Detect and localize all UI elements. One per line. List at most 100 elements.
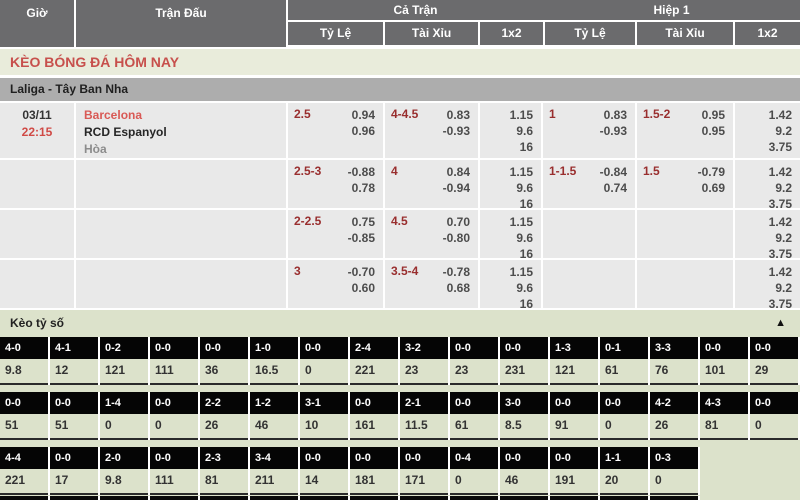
odds-line: 1 bbox=[549, 107, 556, 158]
score-odds-cell[interactable]: 0-023 bbox=[450, 337, 500, 385]
ft-overunder-cell[interactable]: 3.5-4-0.780.68 bbox=[385, 260, 480, 308]
score-odds-value: 9.8 bbox=[0, 359, 48, 385]
score-odds-cell[interactable]: 4-4221 bbox=[0, 447, 50, 495]
h1-overunder-cell-empty bbox=[637, 260, 735, 308]
odds-1x2-value: 9.6 bbox=[480, 180, 533, 196]
score-odds-cell[interactable]: 2-111.5 bbox=[400, 392, 450, 440]
score-odds-cell[interactable]: 0-0111 bbox=[150, 447, 200, 495]
score-label: 1-4 bbox=[100, 392, 148, 414]
score-odds-cell[interactable]: 4-112 bbox=[50, 337, 100, 385]
draw-label[interactable]: Hòa bbox=[84, 141, 286, 158]
score-odds-cell[interactable]: 0-161 bbox=[600, 337, 650, 385]
score-odds-cell[interactable]: 0-00 bbox=[150, 392, 200, 440]
match-teams-cell[interactable]: BarcelonaRCD EspanyolHòa bbox=[76, 103, 288, 158]
odds-line: 1-1.5 bbox=[549, 164, 576, 208]
score-odds-cell[interactable]: 0-046 bbox=[500, 447, 550, 495]
score-odds-cell[interactable]: 0-014 bbox=[300, 447, 350, 495]
score-odds-cell[interactable]: 0-40 bbox=[450, 447, 500, 495]
h1-1x2-cell[interactable]: 1.429.23.75 bbox=[735, 160, 800, 208]
ft-overunder-cell[interactable]: 40.84-0.94 bbox=[385, 160, 480, 208]
h1-handicap-cell[interactable]: 10.83-0.93 bbox=[543, 103, 637, 158]
away-team[interactable]: RCD Espanyol bbox=[84, 124, 286, 141]
odds-1x2-value: 9.6 bbox=[480, 123, 533, 139]
h1-handicap-cell[interactable]: 1-1.5 -0.840.74 bbox=[543, 160, 637, 208]
ft-1x2-cell[interactable]: 1.159.616 bbox=[480, 103, 543, 158]
score-odds-cell[interactable]: 2-381 bbox=[200, 447, 250, 495]
collapse-arrow-icon[interactable]: ▲ bbox=[775, 310, 786, 337]
score-odds-cell[interactable]: 0-0191 bbox=[550, 447, 600, 495]
score-odds-cell[interactable]: 0-0171 bbox=[400, 447, 450, 495]
score-odds-cell[interactable]: 1-40 bbox=[100, 392, 150, 440]
score-odds-cell[interactable]: 3-4211 bbox=[250, 447, 300, 495]
score-odds-cell[interactable]: 2-09.8 bbox=[100, 447, 150, 495]
score-label: 0-4 bbox=[450, 447, 498, 469]
score-odds-cell[interactable]: 0-036 bbox=[200, 337, 250, 385]
correct-score-header: Kèo tỷ số ▲ bbox=[0, 310, 800, 337]
h1-overunder-cell[interactable]: 1.5-0.790.69 bbox=[637, 160, 735, 208]
score-label: 2-2 bbox=[200, 392, 248, 414]
score-odds-cell[interactable]: 0-0101 bbox=[700, 337, 750, 385]
score-odds-cell[interactable]: 0-00 bbox=[750, 392, 800, 440]
score-odds-cell[interactable]: 0-0181 bbox=[350, 447, 400, 495]
h1-overunder-cell[interactable]: 1.5-20.950.95 bbox=[637, 103, 735, 158]
ft-1x2-cell[interactable]: 1.159.616 bbox=[480, 210, 543, 258]
score-label: 1-1 bbox=[600, 447, 648, 469]
score-odds-cell[interactable]: 3-110 bbox=[300, 392, 350, 440]
odds-value-bottom: -0.93 bbox=[443, 123, 470, 139]
score-row: 4-09.84-1120-21210-01110-0361-016.50-002… bbox=[0, 337, 800, 385]
ft-handicap-cell[interactable]: 2.5-3-0.880.78 bbox=[288, 160, 385, 208]
odds-values: -0.880.78 bbox=[348, 164, 375, 208]
score-odds-cell[interactable]: 2-4221 bbox=[350, 337, 400, 385]
odds-value-top: 0.70 bbox=[443, 214, 470, 230]
score-odds-cell[interactable]: 0-2121 bbox=[100, 337, 150, 385]
odds-value-bottom: 0.74 bbox=[600, 180, 627, 196]
score-odds-cell[interactable]: 3-08.5 bbox=[500, 392, 550, 440]
score-odds-cell[interactable]: 2-226 bbox=[200, 392, 250, 440]
score-odds-cell[interactable]: 3-223 bbox=[400, 337, 450, 385]
score-row: 4-42210-0172-09.80-01112-3813-42110-0140… bbox=[0, 447, 800, 495]
score-odds-cell[interactable]: 3-376 bbox=[650, 337, 700, 385]
score-odds-cell[interactable]: 0-051 bbox=[50, 392, 100, 440]
ft-handicap-cell[interactable]: 3-0.700.60 bbox=[288, 260, 385, 308]
ft-1x2-cell[interactable]: 1.159.616 bbox=[480, 160, 543, 208]
ft-handicap-cell[interactable]: 2.50.940.96 bbox=[288, 103, 385, 158]
score-label: 3-4 bbox=[250, 447, 298, 469]
score-label: 1-3 bbox=[550, 337, 598, 359]
score-odds-cell[interactable]: 0-00 bbox=[300, 337, 350, 385]
h1-1x2-cell[interactable]: 1.429.23.75 bbox=[735, 103, 800, 158]
home-team[interactable]: Barcelona bbox=[84, 107, 286, 124]
score-odds-cell[interactable]: 0-30 bbox=[650, 447, 700, 495]
h1-1x2-cell[interactable]: 1.429.23.75 bbox=[735, 260, 800, 308]
odds-value-top: -0.84 bbox=[600, 164, 627, 180]
score-odds-cell[interactable]: 1-3121 bbox=[550, 337, 600, 385]
score-odds-cell[interactable]: 0-091 bbox=[550, 392, 600, 440]
score-odds-cell[interactable]: 0-061 bbox=[450, 392, 500, 440]
h1-1x2-cell[interactable]: 1.429.23.75 bbox=[735, 210, 800, 258]
odds-values: 0.950.95 bbox=[702, 107, 725, 158]
score-odds-cell[interactable]: 0-029 bbox=[750, 337, 800, 385]
odds-value-top: -0.88 bbox=[348, 164, 375, 180]
ft-handicap-cell[interactable]: 2-2.50.75-0.85 bbox=[288, 210, 385, 258]
score-odds-cell[interactable]: 1-246 bbox=[250, 392, 300, 440]
score-odds-cell[interactable]: 4-381 bbox=[700, 392, 750, 440]
score-odds-cell[interactable]: 4-09.8 bbox=[0, 337, 50, 385]
score-odds-cell[interactable]: 0-017 bbox=[50, 447, 100, 495]
score-odds-cell[interactable]: 0-0111 bbox=[150, 337, 200, 385]
score-odds-cell[interactable]: 0-0161 bbox=[350, 392, 400, 440]
ft-1x2-cell[interactable]: 1.159.616 bbox=[480, 260, 543, 308]
score-odds-cell[interactable]: 4-226 bbox=[650, 392, 700, 440]
score-odds-cell[interactable]: 1-120 bbox=[600, 447, 650, 495]
score-odds-cell[interactable]: 0-051 bbox=[0, 392, 50, 440]
score-label: 0-0 bbox=[450, 392, 498, 414]
odds-value-bottom: 0.68 bbox=[443, 280, 470, 296]
ft-overunder-cell[interactable]: 4.50.70-0.80 bbox=[385, 210, 480, 258]
score-odds-cell[interactable]: 1-016.5 bbox=[250, 337, 300, 385]
subheader-h1-1x2: 1x2 bbox=[735, 22, 800, 45]
score-odds-cell[interactable]: 0-0231 bbox=[500, 337, 550, 385]
score-odds-cell[interactable]: 0-00 bbox=[600, 392, 650, 440]
ft-overunder-cell[interactable]: 4-4.50.83-0.93 bbox=[385, 103, 480, 158]
score-label: 0-0 bbox=[150, 337, 198, 359]
odds-values: -0.840.74 bbox=[600, 164, 627, 208]
score-label: 1-0 bbox=[250, 337, 298, 359]
score-odds-value: 23 bbox=[400, 359, 448, 385]
